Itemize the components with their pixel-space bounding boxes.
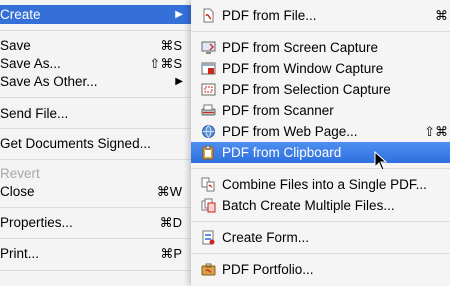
menu-item-save[interactable]: Save ⌘S [0,36,192,55]
menu-separator [191,221,450,222]
submenu-item-label: PDF from Selection Capture [222,82,391,97]
menu-item-label: Send File... [0,106,69,121]
menu-separator [0,207,192,208]
menu-item-save-as[interactable]: Save As... ⇧⌘S [0,54,192,73]
submenu-item-pdf-portfolio[interactable]: PDF Portfolio... [191,259,450,280]
menu-separator [0,128,192,129]
submenu-item-label: PDF from Web Page... [222,124,358,139]
submenu-item-pdf-from-web-page[interactable]: PDF from Web Page... ⇧⌘ [191,121,450,142]
menu-item-label: Save [0,38,31,53]
shortcut-label: ⌘ [435,8,448,23]
shortcut-label: ⌘P [160,246,182,261]
submenu-item-combine-files[interactable]: Combine Files into a Single PDF... [191,174,450,195]
submenu-item-label: Create Form... [222,230,310,245]
menu-item-properties[interactable]: Properties... ⌘D [0,213,192,232]
form-icon [202,230,215,245]
submenu-item-pdf-from-scanner[interactable]: PDF from Scanner [191,100,450,121]
menu-item-get-documents-signed[interactable]: Get Documents Signed... [0,134,192,153]
submenu-item-pdf-from-window-capture[interactable]: PDF from Window Capture [191,58,450,79]
submenu-item-batch-create[interactable]: Batch Create Multiple Files... [191,195,450,216]
shortcut-label: ⌘D [159,215,182,230]
submenu-item-pdf-from-selection-capture[interactable]: PDF from Selection Capture [191,79,450,100]
menu-item-close[interactable]: Close ⌘W [0,182,192,201]
submenu-item-pdf-from-screen-capture[interactable]: PDF from Screen Capture [191,37,450,58]
menu-item-label: Create [0,7,41,22]
submenu-item-create-form[interactable]: Create Form... [191,227,450,248]
menu-separator [0,159,192,160]
shortcut-label: ⌘W [156,184,182,199]
menu-item-send-file[interactable]: Send File... [0,104,192,123]
submenu-item-label: Batch Create Multiple Files... [222,198,395,213]
menu-item-label: Properties... [0,215,73,230]
submenu-item-label: PDF from Clipboard [222,145,342,160]
menu-item-print[interactable]: Print... ⌘P [0,244,192,263]
combine-files-icon [201,177,215,192]
window-capture-icon [201,62,216,75]
menu-item-label: Print... [0,246,40,261]
menu-separator [0,30,192,31]
mouse-pointer-icon [374,151,388,171]
submenu-arrow-icon: ▶ [175,76,183,87]
menu-item-label: Get Documents Signed... [0,136,151,151]
menu-item-label: Close [0,184,35,199]
menu-separator [191,31,450,32]
clipboard-icon [202,145,214,160]
menu-item-create[interactable]: Create ▶ [0,5,192,24]
menu-separator [191,168,450,169]
submenu-item-pdf-from-file[interactable]: PDF from File... ⌘ [191,5,450,26]
pdf-file-icon [203,8,214,23]
menu-item-label: Save As... [0,56,61,71]
submenu-item-label: PDF from Window Capture [222,61,384,76]
submenu-item-label: PDF from Screen Capture [222,40,379,55]
submenu-item-label: PDF Portfolio... [222,262,314,277]
submenu-item-pdf-from-clipboard[interactable]: PDF from Clipboard [191,142,450,163]
menu-separator [0,270,192,271]
file-menu: Create ▶ Save ⌘S Save As... ⇧⌘S Save As … [0,0,193,286]
shortcut-label: ⌘S [160,38,182,53]
menu-item-label: Save As Other... [0,74,98,89]
submenu-item-label: PDF from Scanner [222,103,334,118]
submenu-item-label: Combine Files into a Single PDF... [222,177,427,192]
submenu-arrow-icon: ▶ [175,9,183,20]
portfolio-icon [201,263,216,276]
menu-item-revert: Revert [0,164,192,183]
create-submenu: PDF from File... ⌘ PDF from Screen Captu… [191,0,450,286]
selection-capture-icon [201,83,216,96]
menu-item-save-as-other[interactable]: Save As Other... ▶ [0,72,192,91]
submenu-item-label: PDF from File... [222,8,317,23]
shortcut-label: ⇧⌘ [424,124,448,139]
batch-create-icon [201,198,216,213]
shortcut-label: ⇧⌘S [149,56,182,71]
menu-separator [0,97,192,98]
menu-item-label: Revert [0,166,40,181]
menu-separator [0,238,192,239]
web-page-icon [202,125,215,138]
screen-capture-icon [201,41,216,54]
scanner-icon [201,104,216,116]
menu-separator [191,253,450,254]
